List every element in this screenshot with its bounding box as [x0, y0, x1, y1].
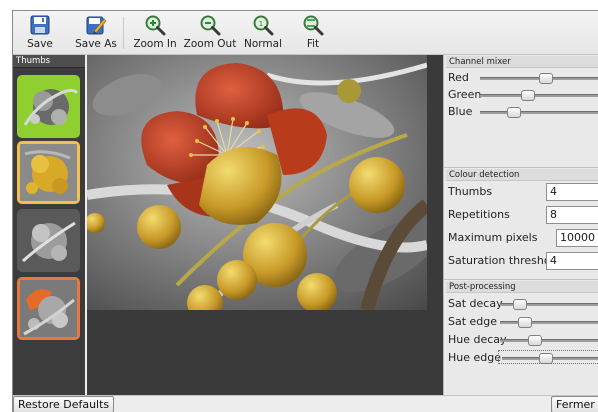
repetitions-input[interactable]: 8	[546, 206, 598, 224]
toolbar: Save Save As Zoom In Zoom Out 1 Normal F…	[13, 11, 598, 55]
sat-decay-slider-handle[interactable]	[513, 299, 527, 310]
blue-slider[interactable]	[480, 107, 598, 118]
thumbs-count-input[interactable]: 4	[546, 183, 598, 201]
zoom-fit-icon	[303, 15, 324, 36]
colour-detection-title: Colour detection	[446, 169, 598, 181]
hue-decay-slider[interactable]	[500, 335, 598, 346]
thumb-orange[interactable]	[17, 277, 80, 340]
hue-edge-focus-ring	[498, 350, 598, 364]
fit-zoom-button[interactable]: Fit	[299, 14, 327, 54]
bottom-bar: Restore Defaults Fermer	[13, 395, 598, 412]
sat-edge-slider-handle[interactable]	[518, 317, 532, 328]
hue-decay-label: Hue decay	[448, 333, 507, 346]
hue-edge-label: Hue edge	[448, 351, 502, 364]
flower-photo-image	[87, 55, 427, 310]
save-button[interactable]: Save	[23, 14, 57, 54]
close-button[interactable]: Fermer	[551, 396, 598, 412]
fit-label: Fit	[306, 38, 320, 50]
image-canvas[interactable]	[87, 55, 443, 395]
sat-edge-label: Sat edge	[448, 315, 498, 328]
blue-label: Blue	[448, 105, 473, 118]
zoom-out-button[interactable]: Zoom Out	[183, 14, 237, 54]
zoom-in-label: Zoom In	[133, 38, 177, 50]
repetitions-label: Repetitions	[448, 208, 510, 221]
thumb-green-image	[17, 75, 80, 138]
save-as-label: Save As	[75, 38, 117, 50]
thumb-gray[interactable]	[17, 209, 80, 272]
thumb-gray-image	[17, 209, 80, 272]
sat-decay-slider[interactable]	[500, 299, 598, 310]
toolbar-separator	[123, 17, 124, 49]
thumb-yellow[interactable]	[17, 141, 80, 204]
zoom-in-icon	[145, 15, 166, 36]
green-slider-handle[interactable]	[521, 90, 535, 101]
zoom-out-label: Zoom Out	[183, 38, 237, 50]
sat-decay-label: Sat decay	[448, 297, 503, 310]
app-window: Save Save As Zoom In Zoom Out 1 Normal F…	[12, 10, 598, 412]
maximum-pixels-label: Maximum pixels	[448, 231, 538, 244]
save-label: Save	[27, 38, 53, 50]
svg-text:1: 1	[259, 20, 263, 28]
thumb-yellow-image	[20, 144, 77, 201]
saturation-threshold-input[interactable]: 4	[546, 252, 598, 270]
thumb-orange-image	[20, 280, 77, 337]
settings-panel: Channel mixer Red Green Blue Colour dete…	[443, 55, 598, 395]
red-slider-handle[interactable]	[539, 73, 553, 84]
save-as-icon	[86, 16, 107, 35]
thumb-green[interactable]	[17, 75, 80, 138]
thumbs-panel-title: Thumbs	[13, 55, 85, 68]
maximum-pixels-input[interactable]: 10000	[556, 229, 598, 247]
green-slider[interactable]	[480, 90, 598, 101]
zoom-normal-icon: 1	[253, 15, 274, 36]
sat-edge-slider[interactable]	[500, 317, 598, 328]
red-slider[interactable]	[480, 73, 598, 84]
group-divider	[444, 279, 598, 280]
flower-photo	[87, 55, 427, 310]
zoom-out-icon	[200, 15, 221, 36]
zoom-in-button[interactable]: Zoom In	[133, 14, 177, 54]
thumbs-count-label: Thumbs	[448, 185, 493, 198]
red-label: Red	[448, 71, 469, 84]
saturation-threshold-label: Saturation threshold	[448, 254, 561, 267]
hue-decay-slider-handle[interactable]	[528, 335, 542, 346]
restore-defaults-button[interactable]: Restore Defaults	[13, 396, 115, 412]
post-processing-title: Post-processing	[446, 281, 598, 293]
save-as-button[interactable]: Save As	[73, 14, 119, 54]
blue-slider-handle[interactable]	[507, 107, 521, 118]
green-label: Green	[448, 88, 482, 101]
channel-mixer-title: Channel mixer	[446, 56, 598, 68]
save-icon	[30, 15, 50, 35]
thumbs-panel: Thumbs	[13, 55, 85, 395]
group-divider	[444, 167, 598, 168]
normal-zoom-button[interactable]: 1 Normal	[243, 14, 283, 54]
normal-label: Normal	[244, 38, 282, 50]
